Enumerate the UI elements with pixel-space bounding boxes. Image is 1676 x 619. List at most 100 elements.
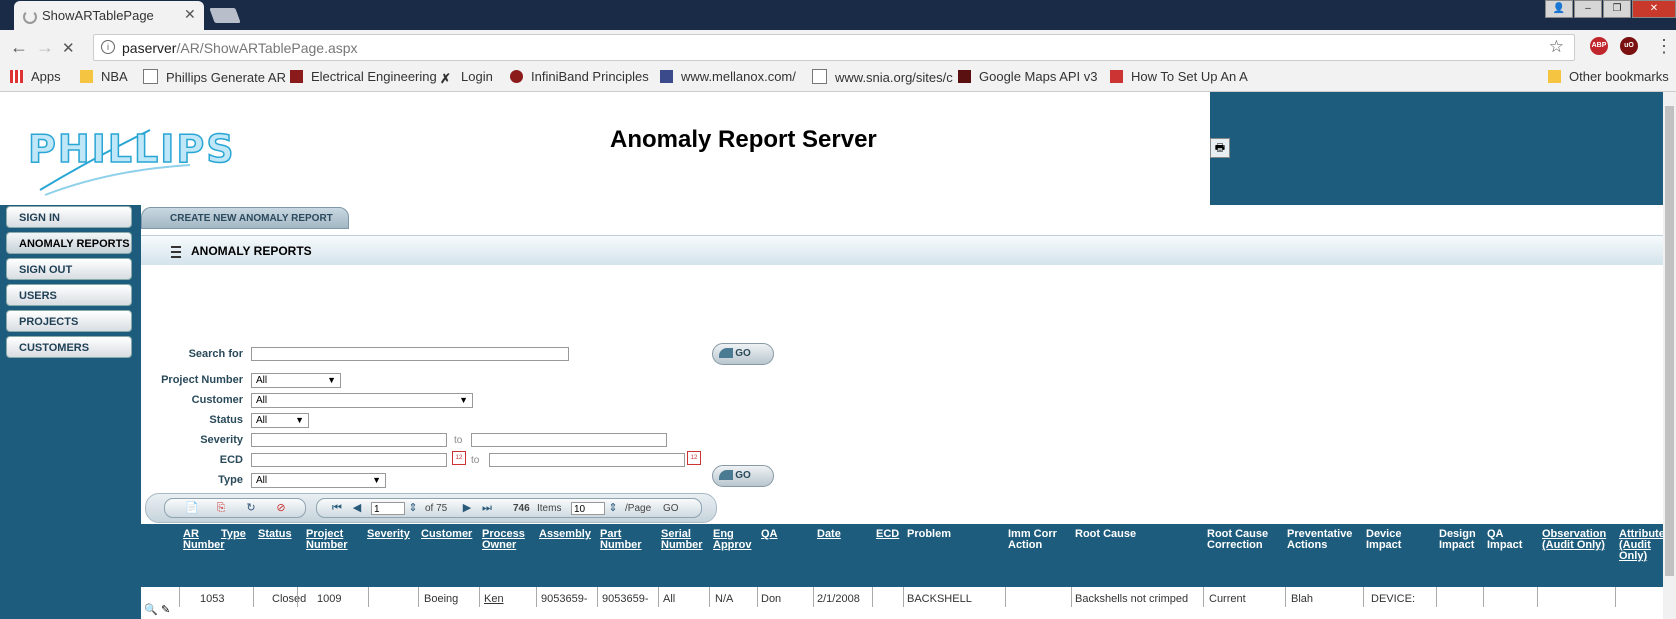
create-anomaly-report-button[interactable]: CREATE NEW ANOMALY REPORT [141,207,349,229]
last-page-icon[interactable]: ⏭ [481,502,493,514]
prev-page-icon[interactable]: ◀ [351,502,363,514]
col-date[interactable]: Date [817,529,841,540]
status-select[interactable]: All ▼ [251,413,309,428]
bookmark-infiniband[interactable]: InfiniBand Principles [510,69,649,84]
bookmark-other[interactable]: Other bookmarks [1548,69,1669,84]
bookmark-login[interactable]: ✗ Login [440,69,493,85]
calendar-icon[interactable]: 12 [452,451,466,465]
col-serial-number[interactable]: Serial Number [661,529,711,551]
page-size-spinner-icon[interactable]: ⇕ [607,502,619,514]
scrollbar-thumb[interactable] [1665,106,1674,576]
sidebar-item-customers[interactable]: CUSTOMERS [6,336,132,358]
col-attribute[interactable]: Attribute (Audit Only) [1619,529,1669,562]
col-eng-approv[interactable]: Eng Approv [713,529,758,551]
grid-divider [1615,587,1616,607]
col-status[interactable]: Status [258,529,292,540]
page-number-input[interactable]: 1 [371,502,405,515]
project-number-select[interactable]: All ▼ [251,373,341,388]
bookmark-google-maps[interactable]: Google Maps API v3 [958,69,1098,84]
new-document-icon[interactable]: 📄 [185,502,199,514]
menu-icon[interactable]: ⋮ [1655,36,1673,57]
ublock-icon[interactable]: uO [1620,37,1638,55]
col-root-cause-correction: Root Cause Correction [1207,528,1269,551]
search-input[interactable] [251,347,569,361]
close-tab-icon[interactable]: ✕ [184,6,196,23]
grid-divider [1537,587,1538,607]
sidebar-item-sign-out[interactable]: SIGN OUT [6,258,132,280]
view-magnifier-icon[interactable]: 🔍 [144,603,158,616]
window-close-icon[interactable]: ✕ [1632,0,1676,18]
user-profile-icon[interactable]: 👤 [1545,0,1573,18]
col-severity[interactable]: Severity [367,529,410,540]
clear-filter-icon[interactable]: ⊘ [275,502,287,514]
bookmark-electrical[interactable]: Electrical Engineering [290,69,437,84]
cell-process-owner[interactable]: Ken [484,593,504,605]
section-title: ANOMALY REPORTS [191,244,312,258]
dropdown-arrow-icon: ▼ [327,375,336,385]
per-page-label: /Page [625,503,652,514]
next-page-icon[interactable]: ▶ [461,502,473,514]
sidebar-item-sign-in[interactable]: SIGN IN [6,206,132,228]
adblock-icon[interactable]: ABP [1590,37,1608,55]
bookmark-apps[interactable]: Apps [10,69,61,84]
bookmark-snia[interactable]: www.snia.org/sites/c [812,69,953,85]
bookmark-how-to[interactable]: How To Set Up An A [1110,69,1248,84]
pdf-export-icon[interactable]: ⎘ [215,502,227,514]
refresh-icon[interactable]: ↻ [245,502,257,514]
page-size-input[interactable]: 10 [571,502,605,515]
severity-to-input[interactable] [471,433,667,447]
severity-from-input[interactable] [251,433,447,447]
col-customer[interactable]: Customer [421,529,472,540]
type-select[interactable]: All ▼ [251,473,386,488]
cell-eng-approv: N/A [715,593,734,605]
sidebar-item-users[interactable]: USERS [6,284,132,306]
customer-select[interactable]: All ▼ [251,393,473,408]
new-tab-button[interactable] [209,8,241,23]
edit-icon[interactable]: ✎ [161,603,170,616]
dropdown-arrow-icon: ▼ [295,415,304,425]
customer-label: Customer [191,394,243,406]
ecd-to-input[interactable] [489,453,685,467]
info-icon[interactable]: i [101,40,115,54]
address-bar-row: ← → ✕ i paserver/AR/ShowARTablePage.aspx… [0,30,1676,64]
url-input[interactable]: i paserver/AR/ShowARTablePage.aspx ☆ [93,34,1575,61]
page-spinner-icon[interactable]: ⇕ [407,502,419,514]
page-body: PHILLIPS Anomaly Report Server 🖶 SIGN IN… [0,92,1665,619]
sidebar-item-anomaly-reports[interactable]: ANOMALY REPORTS [6,232,132,254]
bookmark-mellanox[interactable]: www.mellanox.com/ [660,69,796,84]
calendar-icon[interactable]: 12 [687,451,701,465]
table-row[interactable]: 1053 Closed 1009 Boeing Ken 9053659- 905… [141,587,1663,607]
col-part-number[interactable]: Part Number [600,529,650,551]
bookmark-star-icon[interactable]: ☆ [1549,37,1564,57]
grid-body [141,607,1663,619]
first-page-icon[interactable]: ⏮ [331,502,343,514]
cell-qa: Don [761,593,782,605]
forward-icon[interactable]: → [36,37,54,58]
pager-go-button[interactable]: GO [663,503,679,514]
minimize-icon[interactable]: – [1574,0,1602,18]
pager: ⏮ ◀ 1 ⇕ of 75 ▶ ⏭ 746 Items 10 ⇕ /Page G… [316,498,702,518]
col-assembly[interactable]: Assembly [539,529,591,540]
grid-divider [658,587,659,607]
back-icon[interactable]: ← [10,37,28,58]
col-type[interactable]: Type [221,529,246,540]
print-icon[interactable]: 🖶 [1210,138,1230,158]
col-project-number[interactable]: Project Number [306,529,356,551]
project-number-label: Project Number [161,374,243,386]
maximize-icon[interactable]: ❐ [1603,0,1631,18]
col-process-owner[interactable]: Process Owner [482,529,532,551]
col-qa[interactable]: QA [761,529,778,540]
stop-icon[interactable]: ✕ [62,39,75,57]
bookmark-nba[interactable]: NBA [80,69,128,84]
search-go-button[interactable]: GO [712,343,774,365]
ecd-from-input[interactable] [251,453,447,467]
col-ar-number[interactable]: AR Number [183,529,225,551]
filter-go-button[interactable]: GO [712,465,774,487]
sidebar-item-projects[interactable]: PROJECTS [6,310,132,332]
page-scrollbar[interactable] [1663,92,1676,619]
col-observation[interactable]: Observation (Audit Only) [1542,529,1612,551]
cell-customer: Boeing [424,593,459,605]
col-ecd[interactable]: ECD [876,529,899,540]
browser-tab[interactable]: ShowARTablePage ✕ [14,1,204,30]
bookmark-phillips[interactable]: Phillips Generate AR [143,69,286,85]
